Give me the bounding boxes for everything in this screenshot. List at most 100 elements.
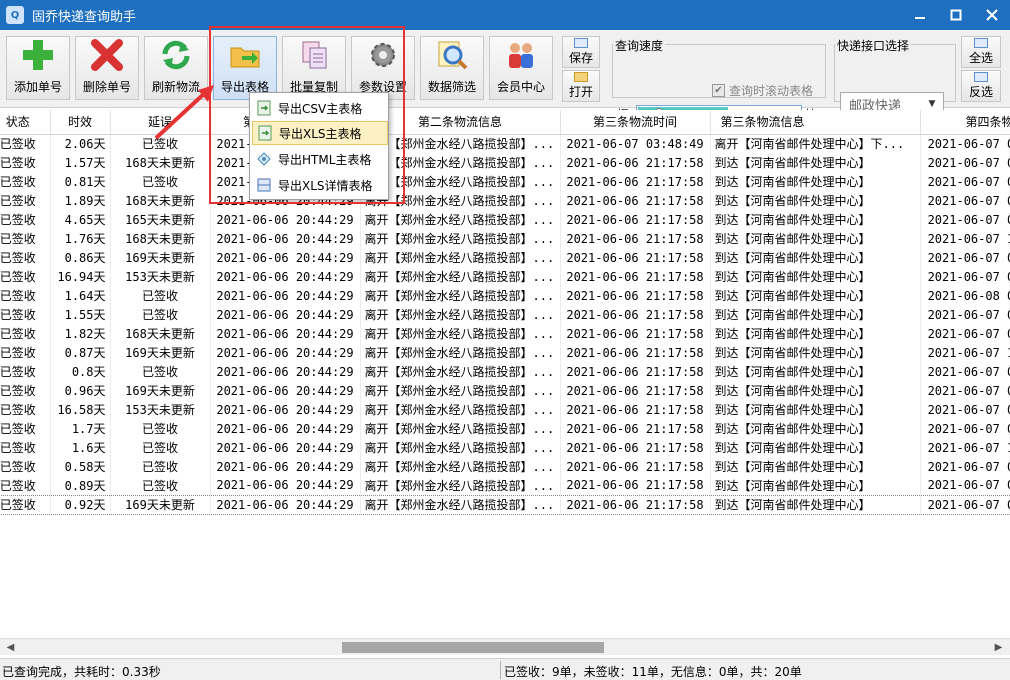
table-cell: 已签收 bbox=[110, 286, 211, 305]
select-all-icon bbox=[974, 38, 988, 48]
column-header[interactable]: 第三条物流信息 bbox=[710, 110, 921, 135]
table-row[interactable]: 已签收 0.96天 169天未更新 2021-06-06 20:44:29 离开【郑州金… bbox=[0, 381, 1010, 400]
table-cell: 离开【郑州金水经八路揽投部】... bbox=[360, 248, 561, 267]
table-row[interactable]: 已签收 1.82天 168天未更新 2021-06-06 20:44:29 离开【郑州金… bbox=[0, 324, 1010, 343]
table-row[interactable]: 已签收 0.58天 已签收 2021-06-06 20:44:29 离开【郑州金水经八路… bbox=[0, 457, 1010, 476]
table-cell: 已签收 bbox=[110, 476, 211, 495]
table-cell: 168天未更新 bbox=[110, 324, 211, 343]
table-row[interactable]: 已签收 1.89天 168天未更新 2021-06-06 20:44:29 离开【郑州金… bbox=[0, 191, 1010, 210]
table-cell: 2021-06-07 04 bbox=[920, 362, 1010, 381]
table-cell: 到达【河南省邮件处理中心】 bbox=[710, 324, 921, 343]
table-cell: 2021-06-07 03:48:49 bbox=[560, 134, 711, 153]
horizontal-scrollbar[interactable]: ◀ ▶ bbox=[0, 638, 1010, 655]
table-cell: 到达【河南省邮件处理中心】 bbox=[710, 286, 921, 305]
table-cell: 2021-06-06 21:17:58 bbox=[560, 191, 711, 210]
column-header[interactable]: 状态 bbox=[0, 110, 51, 135]
table-cell: 2021-06-07 05 bbox=[920, 457, 1010, 476]
scroll-left-icon[interactable]: ◀ bbox=[2, 640, 19, 655]
table-cell: 2021-06-07 07 bbox=[920, 476, 1010, 495]
table-cell: 已签收 bbox=[0, 381, 51, 400]
column-header[interactable]: 时效 bbox=[50, 110, 111, 135]
table-row[interactable]: 已签收 1.64天 已签收 2021-06-06 20:44:29 离开【郑州金水经八路… bbox=[0, 286, 1010, 305]
table-cell: 0.89天 bbox=[50, 476, 111, 495]
save-icon bbox=[574, 38, 588, 48]
filter-search-icon bbox=[435, 38, 469, 72]
select-all-button[interactable]: 全选 bbox=[961, 36, 1001, 68]
table-cell: 已签收 bbox=[110, 362, 211, 381]
maximize-icon[interactable] bbox=[938, 0, 974, 30]
table-cell: 2021-06-07 05 bbox=[920, 172, 1010, 191]
scroll-right-icon[interactable]: ▶ bbox=[990, 640, 1007, 655]
table-cell: 1.57天 bbox=[50, 153, 111, 172]
table-cell: 2021-06-06 21:17:58 bbox=[560, 400, 711, 419]
scroll-table-option[interactable]: ✔ 查询时滚动表格 bbox=[712, 82, 813, 99]
delete-number-label: 删除单号 bbox=[82, 80, 131, 94]
table-cell: 已签收 bbox=[0, 248, 51, 267]
table-row[interactable]: 已签收 0.86天 169天未更新 2021-06-06 20:44:29 离开【郑州金… bbox=[0, 248, 1010, 267]
table-row[interactable]: 已签收 16.94天 153天未更新 2021-06-06 20:44:29 离开【郑州… bbox=[0, 267, 1010, 286]
table-row[interactable]: 已签收0.81天已签收2021-06-06 20:44:29离开【郑州金水经八路… bbox=[0, 172, 1010, 191]
table-cell: 168天未更新 bbox=[110, 191, 211, 210]
table-cell: 离开【郑州金水经八路揽投部】... bbox=[360, 457, 561, 476]
table-cell: 168天未更新 bbox=[110, 153, 211, 172]
table-cell: 已签收 bbox=[110, 305, 211, 324]
invert-select-button[interactable]: 反选 bbox=[961, 70, 1001, 102]
table-cell: 已签收 bbox=[0, 457, 51, 476]
table-cell: 169天未更新 bbox=[110, 343, 211, 362]
table-row[interactable]: 已签收 4.65天 165天未更新 2021-06-06 20:44:29 离开【郑州金… bbox=[0, 210, 1010, 229]
table-cell: 已签收 bbox=[0, 343, 51, 362]
table-cell: 已签收 bbox=[110, 172, 211, 191]
open-button[interactable]: 打开 bbox=[562, 70, 600, 102]
table-cell: 2021-06-07 05 bbox=[920, 419, 1010, 438]
data-filter-button[interactable]: 数据筛选 bbox=[420, 36, 484, 100]
minimize-icon[interactable] bbox=[902, 0, 938, 30]
table-cell: 4.65天 bbox=[50, 210, 111, 229]
save-button[interactable]: 保存 bbox=[562, 36, 600, 68]
member-center-button[interactable]: 会员中心 bbox=[489, 36, 553, 100]
add-number-button[interactable]: 添加单号 bbox=[6, 36, 70, 100]
close-icon[interactable] bbox=[974, 0, 1010, 30]
delete-number-button[interactable]: 删除单号 bbox=[75, 36, 139, 100]
column-header[interactable]: 第三条物流时间 bbox=[560, 110, 711, 135]
table-cell: 离开【郑州金水经八路揽投部】... bbox=[360, 286, 561, 305]
table-cell: 2021-06-06 20:44:29 bbox=[210, 494, 361, 515]
table-cell: 已签收 bbox=[110, 438, 211, 457]
table-cell: 到达【河南省邮件处理中心】 bbox=[710, 153, 921, 172]
status-summary: 已签收：9单，未签收：11单，无信息：0单，共：20单 bbox=[504, 665, 802, 679]
results-table[interactable]: 状态 时效 延误 第二条物流时间 第二条物流信息 第三条物流时间 第三条物流信息… bbox=[0, 110, 1010, 638]
table-cell: 到达【河南省邮件处理中心】 bbox=[710, 267, 921, 286]
table-row[interactable]: 已签收 0.89天 已签收 2021-06-06 20:44:29 离开【郑州金水经八路… bbox=[0, 476, 1010, 495]
scroll-table-checkbox-icon[interactable]: ✔ bbox=[712, 84, 725, 97]
table-row[interactable]: 已签收 0.92天 169天未更新 2021-06-06 20:44:29 离开【郑州金… bbox=[0, 494, 1010, 515]
table-cell: 2021-06-07 07 bbox=[920, 210, 1010, 229]
table-row[interactable]: 已签收 0.87天 169天未更新 2021-06-06 20:44:29 离开【郑州金… bbox=[0, 343, 1010, 362]
invert-select-label: 反选 bbox=[968, 85, 993, 99]
table-row[interactable]: 已签收 1.7天 已签收 2021-06-06 20:44:29 离开【郑州金水经八路揽… bbox=[0, 419, 1010, 438]
table-cell: 2021-06-07 05 bbox=[920, 191, 1010, 210]
table-row[interactable]: 已签收 0.8天 已签收 2021-06-06 20:44:29 离开【郑州金水经八路揽… bbox=[0, 362, 1010, 381]
table-row[interactable]: 已签收 1.6天 已签收 2021-06-06 20:44:29 离开【郑州金水经八路揽… bbox=[0, 438, 1010, 457]
table-cell: 0.87天 bbox=[50, 343, 111, 362]
table-cell: 2021-06-06 20:44:29 bbox=[210, 324, 361, 343]
table-row[interactable]: 已签收1.57天168天未更新2021-06-06 20:44:29离开【郑州金… bbox=[0, 153, 1010, 172]
table-cell: 2021-06-06 20:44:29 bbox=[210, 305, 361, 324]
table-cell: 2021-06-06 20:44:29 bbox=[210, 419, 361, 438]
table-cell: 到达【河南省邮件处理中心】 bbox=[710, 457, 921, 476]
add-icon bbox=[21, 38, 55, 72]
open-icon bbox=[574, 72, 588, 82]
table-cell: 0.81天 bbox=[50, 172, 111, 191]
table-cell: 离开【郑州金水经八路揽投部】... bbox=[360, 476, 561, 495]
table-cell: 1.7天 bbox=[50, 419, 111, 438]
table-cell: 0.8天 bbox=[50, 362, 111, 381]
table-cell: 2021-06-06 21:17:58 bbox=[560, 267, 711, 286]
column-header[interactable]: 第四条物流 bbox=[920, 110, 1010, 135]
table-cell: 0.58天 bbox=[50, 457, 111, 476]
table-row[interactable]: 已签收 16.58天 153天未更新 2021-06-06 20:44:29 离开【郑州… bbox=[0, 400, 1010, 419]
table-cell: 已签收 bbox=[0, 286, 51, 305]
scrollbar-thumb[interactable] bbox=[342, 642, 604, 653]
table-cell: 已签收 bbox=[110, 419, 211, 438]
table-cell: 2021-06-06 21:17:58 bbox=[560, 457, 711, 476]
table-row[interactable]: 已签收 1.76天 168天未更新 2021-06-06 20:44:29 离开【郑州金… bbox=[0, 229, 1010, 248]
table-row[interactable]: 已签收 1.55天 已签收 2021-06-06 20:44:29 离开【郑州金水经八路… bbox=[0, 305, 1010, 324]
table-cell: 2021-06-06 20:44:29 bbox=[210, 476, 361, 495]
